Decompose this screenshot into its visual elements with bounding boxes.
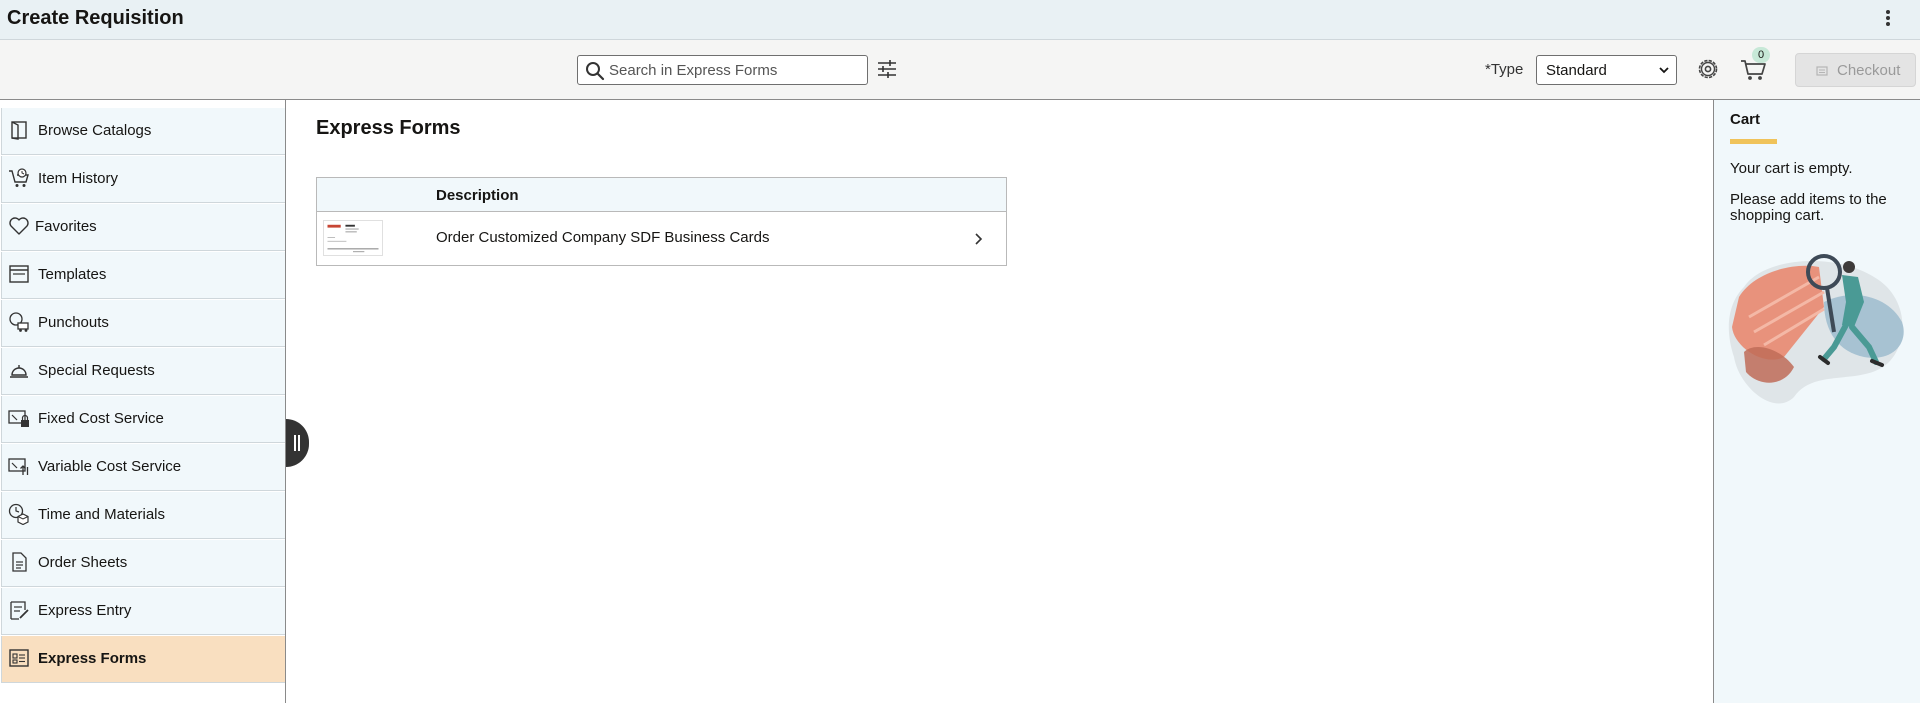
sidebar-item-label: Order Sheets xyxy=(38,554,128,571)
sidebar-item-variable-cost-service[interactable]: Variable Cost Service xyxy=(1,444,285,491)
description-column-header: Description xyxy=(436,187,519,204)
type-select-value: Standard xyxy=(1546,62,1607,79)
chevron-right-icon[interactable] xyxy=(973,231,985,247)
sidebar-item-label: Browse Catalogs xyxy=(38,122,152,139)
gear-icon[interactable] xyxy=(1696,57,1720,81)
sidebar-item-label: Favorites xyxy=(35,218,97,235)
clock-box-icon xyxy=(8,503,29,525)
sidebar-item-punchouts[interactable]: Punchouts xyxy=(1,300,285,347)
sidebar-item-label: Special Requests xyxy=(38,362,155,379)
cart-panel: Cart Your cart is empty. Please add item… xyxy=(1713,100,1920,703)
fixed-cost-icon xyxy=(8,410,29,427)
sidebar-item-item-history[interactable]: Item History xyxy=(1,156,285,203)
punchout-icon xyxy=(9,312,29,332)
sidebar-item-label: Item History xyxy=(38,170,119,187)
sidebar-item-order-sheets[interactable]: Order Sheets xyxy=(1,540,285,587)
sidebar-item-express-forms[interactable]: Express Forms xyxy=(1,636,285,683)
sidebar-item-templates[interactable]: Templates xyxy=(1,252,285,299)
empty-cart-illustration xyxy=(1728,254,1904,404)
checkout-label: Checkout xyxy=(1837,62,1901,79)
sidebar-item-label: Templates xyxy=(38,266,107,283)
sidebar-item-label: Variable Cost Service xyxy=(38,458,182,475)
table-header: Description xyxy=(317,178,1006,212)
sidebar-item-fixed-cost-service[interactable]: Fixed Cost Service xyxy=(1,396,285,443)
sidebar-item-label: Express Forms xyxy=(38,650,147,667)
type-select[interactable]: Standard xyxy=(1536,55,1677,85)
kebab-vertical-icon[interactable] xyxy=(1884,8,1892,30)
filter-icon[interactable] xyxy=(875,57,899,81)
cart-history-icon xyxy=(9,168,29,187)
page-title: Create Requisition xyxy=(7,7,184,29)
sidebar: Browse Catalogs Item History Favorites T… xyxy=(0,100,286,703)
express-forms-icon xyxy=(9,649,29,667)
type-label: *Type xyxy=(1485,61,1524,78)
template-icon xyxy=(9,265,29,283)
search-icon xyxy=(586,62,605,81)
sidebar-item-label: Punchouts xyxy=(38,314,109,331)
form-description: Order Customized Company SDF Business Ca… xyxy=(436,229,770,246)
express-forms-table: Description Order Customized Company SDF… xyxy=(316,177,1007,266)
toolbar: *Type Standard 0 Checkout xyxy=(0,40,1920,100)
sidebar-item-express-entry[interactable]: Express Entry xyxy=(1,588,285,635)
sidebar-item-browse-catalogs[interactable]: Browse Catalogs xyxy=(1,108,285,155)
sidebar-item-label: Express Entry xyxy=(38,602,132,619)
cart-empty-text: Your cart is empty. xyxy=(1730,160,1853,177)
cart-count-badge: 0 xyxy=(1752,47,1770,63)
chevron-down-icon xyxy=(1659,67,1669,74)
document-icon xyxy=(12,552,27,572)
section-heading: Express Forms xyxy=(316,117,461,139)
title-bar: Create Requisition xyxy=(0,0,1920,40)
express-entry-icon xyxy=(10,601,29,620)
variable-cost-icon xyxy=(8,458,29,475)
checkout-icon xyxy=(1816,66,1828,76)
cart-title: Cart xyxy=(1730,111,1761,128)
business-card-thumbnail xyxy=(323,220,383,256)
cart-title-underline xyxy=(1730,139,1777,144)
sidebar-item-favorites[interactable]: Favorites xyxy=(1,204,285,251)
cart-add-text: Please add items to the shopping cart. xyxy=(1730,191,1887,224)
table-row[interactable]: Order Customized Company SDF Business Ca… xyxy=(317,212,1006,265)
heart-icon xyxy=(9,217,29,235)
sidebar-item-label: Fixed Cost Service xyxy=(38,410,164,427)
search-box[interactable] xyxy=(577,55,868,85)
sidebar-item-special-requests[interactable]: Special Requests xyxy=(1,348,285,395)
sidebar-item-time-and-materials[interactable]: Time and Materials xyxy=(1,492,285,539)
search-input[interactable] xyxy=(609,60,859,80)
checkout-button[interactable]: Checkout xyxy=(1795,53,1916,87)
main-content: Express Forms Description Order Customiz… xyxy=(287,100,1713,703)
sidebar-item-label: Time and Materials xyxy=(38,506,165,523)
bell-icon xyxy=(10,365,28,378)
book-icon xyxy=(11,121,27,140)
